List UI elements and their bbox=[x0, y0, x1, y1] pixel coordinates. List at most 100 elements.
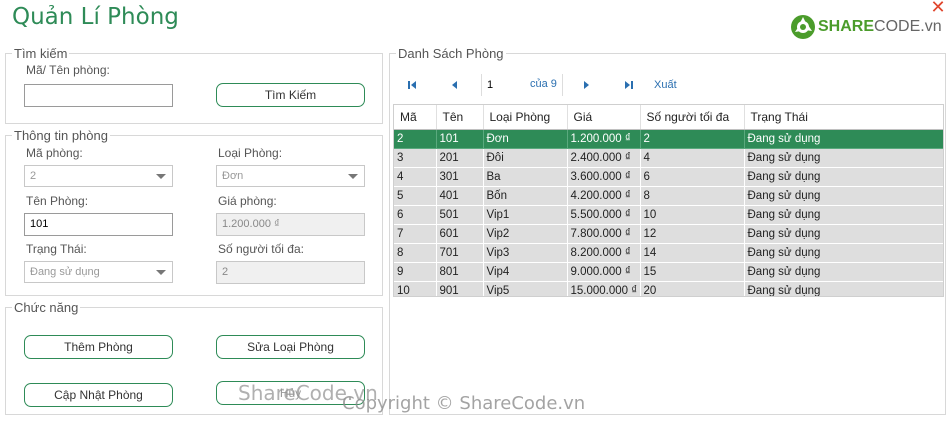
search-label: Mã/ Tên phòng: bbox=[26, 63, 110, 77]
update-room-button[interactable]: Cập Nhật Phòng bbox=[24, 383, 173, 407]
table-cell[interactable]: 8.200.000 ₫ bbox=[567, 243, 641, 263]
table-row[interactable]: 9 801 Vip4 9.000.000 ₫ 15 Đang sử dụng bbox=[394, 262, 943, 282]
table-row[interactable]: 3 201 Đôi 2.400.000 ₫ 4 Đang sử dụng bbox=[394, 148, 943, 168]
table-cell[interactable]: 8 bbox=[394, 243, 437, 263]
first-page-icon[interactable] bbox=[406, 79, 418, 91]
table-cell[interactable]: Đang sử dụng bbox=[744, 167, 943, 187]
table-cell[interactable]: 5 bbox=[394, 186, 437, 206]
table-cell[interactable]: 3 bbox=[394, 148, 437, 168]
table-cell[interactable]: Bốn bbox=[483, 186, 568, 206]
table-cell[interactable]: 10 bbox=[640, 205, 745, 225]
table-row[interactable]: 4 301 Ba 3.600.000 ₫ 6 Đang sử dụng bbox=[394, 167, 943, 187]
edit-room-type-button[interactable]: Sửa Loại Phòng bbox=[216, 335, 365, 359]
table-cell[interactable]: Đơn bbox=[483, 129, 568, 149]
table-cell[interactable]: 4 bbox=[394, 167, 437, 187]
table-cell[interactable]: 701 bbox=[436, 243, 484, 263]
room-type-label: Loại Phòng: bbox=[218, 146, 283, 160]
table-cell[interactable]: 15 bbox=[640, 262, 745, 282]
status-value: Đang sử dụng bbox=[30, 266, 100, 278]
search-button[interactable]: Tìm Kiếm bbox=[216, 83, 365, 107]
functions-legend: Chức năng bbox=[12, 300, 81, 315]
room-info-legend: Thông tin phòng bbox=[12, 128, 110, 143]
table-row[interactable]: 2 101 Đơn 1.200.000 ₫ 2 Đang sử dụng bbox=[394, 129, 943, 149]
table-cell[interactable]: Đôi bbox=[483, 148, 568, 168]
room-id-select[interactable]: 2 bbox=[24, 165, 173, 187]
table-cell[interactable]: 401 bbox=[436, 186, 484, 206]
room-list-legend: Danh Sách Phòng bbox=[396, 46, 506, 61]
table-cell[interactable]: 4 bbox=[640, 148, 745, 168]
table-cell[interactable]: Vip1 bbox=[483, 205, 568, 225]
col-header-price[interactable]: Giá bbox=[567, 105, 641, 130]
table-header-row: Mã Tên Loại Phòng Giá Số người tối đa Tr… bbox=[394, 105, 943, 130]
table-cell[interactable]: 3.600.000 ₫ bbox=[567, 167, 641, 187]
table-cell[interactable]: 10 bbox=[394, 281, 437, 296]
search-input[interactable] bbox=[24, 84, 173, 107]
table-cell[interactable]: 7 bbox=[394, 224, 437, 244]
table-cell[interactable]: 12 bbox=[640, 224, 745, 244]
table-cell[interactable]: Vip3 bbox=[483, 243, 568, 263]
room-table: Mã Tên Loại Phòng Giá Số người tối đa Tr… bbox=[393, 104, 944, 297]
max-people-label: Số người tối đa: bbox=[218, 242, 304, 256]
table-row[interactable]: 8 701 Vip3 8.200.000 ₫ 14 Đang sử dụng bbox=[394, 243, 943, 263]
table-cell[interactable]: 14 bbox=[640, 243, 745, 263]
prev-page-icon[interactable] bbox=[449, 79, 461, 91]
table-cell[interactable]: 1.200.000 ₫ bbox=[567, 129, 641, 149]
table-cell[interactable]: 201 bbox=[436, 148, 484, 168]
table-cell[interactable]: Đang sử dụng bbox=[744, 262, 943, 282]
pager-toolbar: 1 của 9 Xuất bbox=[393, 70, 943, 100]
table-cell[interactable]: 15.000.000 ₫ bbox=[567, 281, 641, 296]
table-cell[interactable]: 101 bbox=[436, 129, 484, 149]
table-cell[interactable]: 801 bbox=[436, 262, 484, 282]
room-type-select[interactable]: Đơn bbox=[216, 165, 365, 187]
table-cell[interactable]: 501 bbox=[436, 205, 484, 225]
table-cell[interactable]: 301 bbox=[436, 167, 484, 187]
page-box: 1 của 9 bbox=[481, 74, 563, 96]
table-cell[interactable]: 4.200.000 ₫ bbox=[567, 186, 641, 206]
table-cell[interactable]: 901 bbox=[436, 281, 484, 296]
add-room-button[interactable]: Thêm Phòng bbox=[24, 335, 173, 359]
export-button[interactable]: Xuất bbox=[654, 79, 677, 91]
table-cell[interactable]: Đang sử dụng bbox=[744, 148, 943, 168]
table-cell[interactable]: 2 bbox=[640, 129, 745, 149]
table-cell[interactable]: 2.400.000 ₫ bbox=[567, 148, 641, 168]
table-cell[interactable]: 7.800.000 ₫ bbox=[567, 224, 641, 244]
max-people-field: 2 bbox=[216, 261, 365, 284]
table-cell[interactable]: 2 bbox=[394, 129, 437, 149]
table-row[interactable]: 5 401 Bốn 4.200.000 ₫ 8 Đang sử dụng bbox=[394, 186, 943, 206]
table-cell[interactable]: 9.000.000 ₫ bbox=[567, 262, 641, 282]
table-cell[interactable]: Vip2 bbox=[483, 224, 568, 244]
page-number-input[interactable]: 1 bbox=[487, 79, 493, 91]
next-page-icon[interactable] bbox=[580, 79, 592, 91]
table-row[interactable]: 6 501 Vip1 5.500.000 ₫ 10 Đang sử dụng bbox=[394, 205, 943, 225]
table-cell[interactable]: 601 bbox=[436, 224, 484, 244]
col-header-type[interactable]: Loại Phòng bbox=[483, 105, 568, 130]
table-cell[interactable]: Đang sử dụng bbox=[744, 243, 943, 263]
status-label: Trạng Thái: bbox=[26, 242, 87, 256]
table-cell[interactable]: Đang sử dụng bbox=[744, 205, 943, 225]
table-cell[interactable]: Ba bbox=[483, 167, 568, 187]
table-row[interactable]: 7 601 Vip2 7.800.000 ₫ 12 Đang sử dụng bbox=[394, 224, 943, 244]
status-select[interactable]: Đang sử dụng bbox=[24, 261, 173, 283]
watermark-copyright: Copyright © ShareCode.vn bbox=[342, 393, 586, 414]
col-header-id[interactable]: Mã bbox=[394, 105, 437, 130]
room-name-input[interactable]: 101 bbox=[24, 213, 173, 236]
app-title: Quản Lí Phòng bbox=[12, 4, 179, 30]
table-cell[interactable]: 5.500.000 ₫ bbox=[567, 205, 641, 225]
col-header-max-people[interactable]: Số người tối đa bbox=[640, 105, 745, 130]
table-row[interactable]: 10 901 Vip5 15.000.000 ₫ 20 Đang sử dụng bbox=[394, 281, 943, 296]
table-cell[interactable]: Đang sử dụng bbox=[744, 129, 943, 149]
last-page-icon[interactable] bbox=[623, 79, 635, 91]
table-cell[interactable]: Đang sử dụng bbox=[744, 186, 943, 206]
table-cell[interactable]: 9 bbox=[394, 262, 437, 282]
table-cell[interactable]: 20 bbox=[640, 281, 745, 296]
table-cell[interactable]: Vip4 bbox=[483, 262, 568, 282]
table-cell[interactable]: 6 bbox=[394, 205, 437, 225]
table-cell[interactable]: 8 bbox=[640, 186, 745, 206]
table-cell[interactable]: 6 bbox=[640, 167, 745, 187]
table-cell[interactable]: Đang sử dụng bbox=[744, 281, 943, 296]
col-header-status[interactable]: Trạng Thái bbox=[744, 105, 943, 130]
table-cell[interactable]: Đang sử dụng bbox=[744, 224, 943, 244]
chevron-down-icon bbox=[348, 174, 358, 179]
table-cell[interactable]: Vip5 bbox=[483, 281, 568, 296]
col-header-name[interactable]: Tên bbox=[436, 105, 484, 130]
